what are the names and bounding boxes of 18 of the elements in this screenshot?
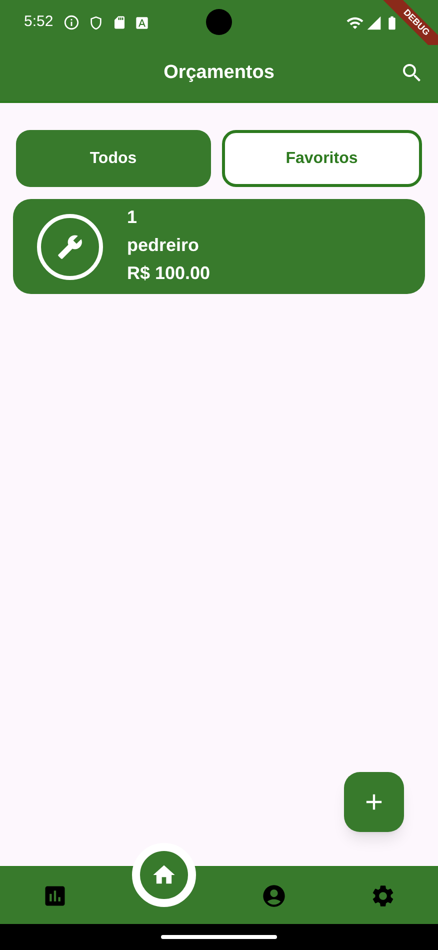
- info-icon: [63, 14, 80, 31]
- nav-button[interactable]: [260, 882, 287, 908]
- budget-name: pedreiro: [127, 234, 200, 257]
- camera-hole: [206, 9, 232, 35]
- filter-tab[interactable]: Favoritos: [222, 130, 422, 187]
- budget-price: R$ 100.00: [127, 262, 210, 284]
- status-time: 5:52: [24, 12, 54, 32]
- shield-icon: [88, 14, 104, 30]
- filter-tab[interactable]: Todos: [16, 130, 210, 187]
- add-button[interactable]: [344, 772, 404, 832]
- budget-card[interactable]: 1 pedreiro R$ 100.00: [13, 199, 425, 294]
- wrench-icon: [37, 214, 103, 280]
- sd-card-icon: [112, 15, 128, 30]
- budget-number: 1: [127, 206, 138, 228]
- app-bar-title: Orçamentos: [164, 60, 274, 85]
- signal-icon: [366, 14, 382, 30]
- profile-icon: [260, 882, 287, 908]
- font-icon: [135, 16, 150, 30]
